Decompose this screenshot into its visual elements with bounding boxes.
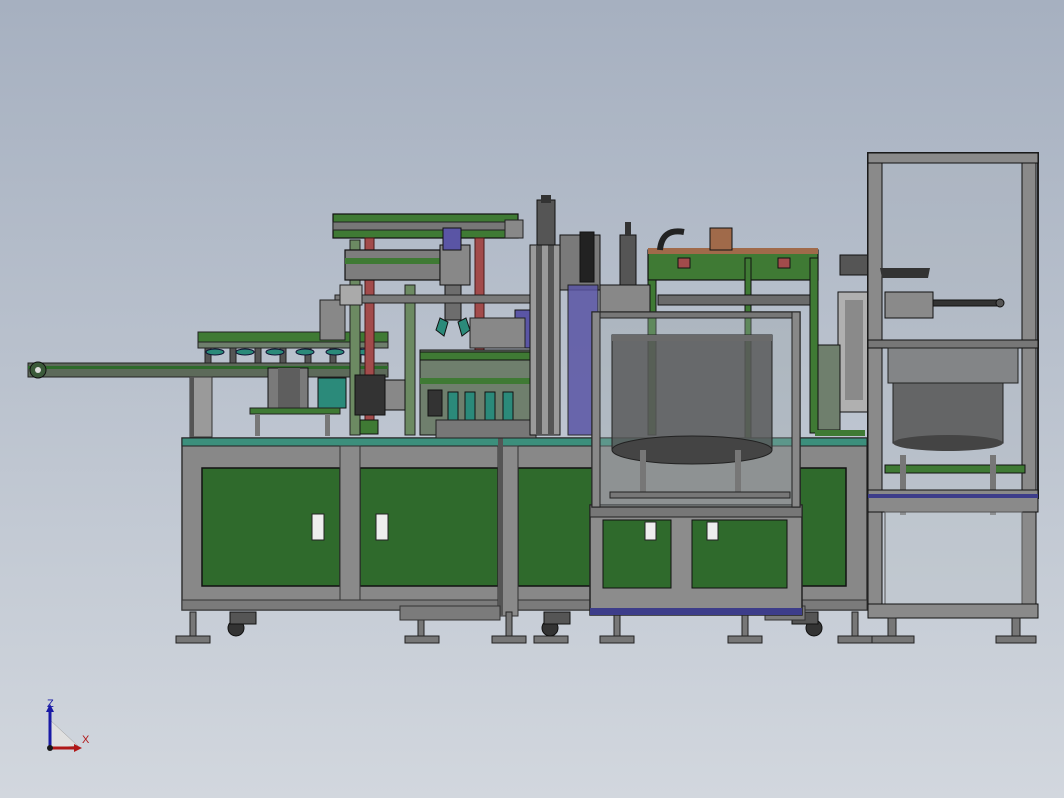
vibratory-bowl-guard[interactable] [591, 311, 801, 508]
cabinet-door-3[interactable] [517, 467, 594, 587]
axis-z-label: Z [47, 698, 54, 710]
orientation-triad: Z X [38, 694, 98, 760]
front-sub-cabinet[interactable] [589, 504, 803, 616]
axis-x-label: X [82, 734, 90, 746]
cad-viewport[interactable]: Z X [0, 0, 1064, 798]
cabinet-door-4[interactable] [799, 467, 847, 587]
enclosed-station[interactable] [867, 152, 1039, 644]
door-handle[interactable] [375, 513, 389, 541]
machine-assembly-model[interactable] [0, 0, 1064, 798]
press-column[interactable] [529, 195, 601, 436]
drive-motor-unit[interactable] [249, 367, 406, 436]
side-bracket[interactable] [815, 254, 876, 436]
door-handle[interactable] [311, 513, 325, 541]
